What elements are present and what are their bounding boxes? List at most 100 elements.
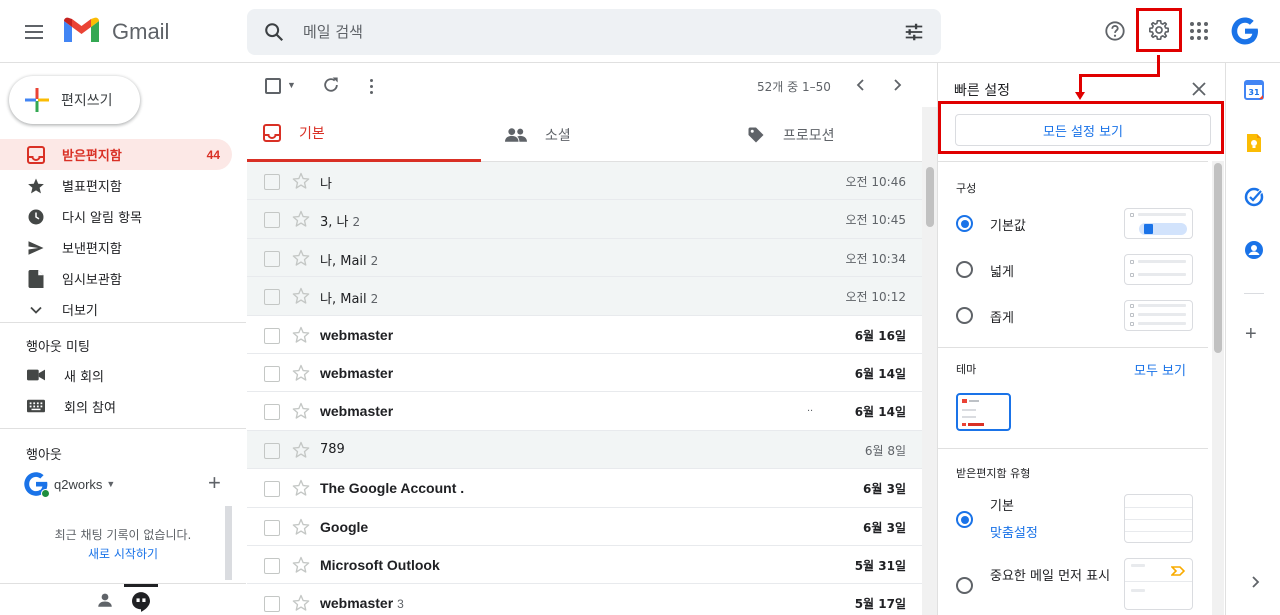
tab-promotions[interactable]: 프로모션 [715,107,949,162]
inbox-type-default-radio[interactable] [956,511,973,528]
row-checkbox[interactable] [264,596,280,613]
star-outline-icon[interactable] [291,593,311,613]
get-addons-icon[interactable]: + [1245,324,1257,344]
scrollbar-thumb[interactable] [926,167,934,227]
mail-row[interactable]: 789 6월 8일 [247,430,922,470]
new-meeting-button[interactable]: 새 회의 [26,360,104,390]
mail-row[interactable]: 나, Mail 2 오전 10:12 [247,277,922,316]
sidebar-item-drafts[interactable]: 임시보관함 [0,263,246,294]
row-checkbox[interactable] [264,289,280,306]
mail-row[interactable]: webmaster 6월 14일 [247,354,922,393]
row-date: 오전 10:45 [845,213,906,228]
density-compact-radio[interactable] [956,307,973,324]
hangouts-tab[interactable] [124,584,158,615]
google-apps-icon[interactable] [1190,22,1208,40]
contacts-icon[interactable] [1244,240,1264,260]
mail-row[interactable]: 나 오전 10:46 [247,162,922,201]
tab-primary[interactable]: 기본 [247,107,481,162]
row-checkbox[interactable] [264,481,280,498]
row-checkbox[interactable] [264,365,280,382]
mail-row[interactable]: webmaster 3 5월 17일 [247,584,922,615]
more-options-icon[interactable] [361,75,381,94]
row-checkbox[interactable] [264,442,280,459]
mail-row[interactable]: webmaster.. 6월 14일 [247,392,922,431]
star-outline-icon[interactable] [291,363,311,383]
person-icon[interactable] [96,591,114,609]
hangouts-bottom-bar [0,583,246,615]
sidebar-item-inbox[interactable]: 받은편지함 44 [0,139,232,170]
sidebar-item-starred[interactable]: 별표편지함 [0,170,246,201]
mail-row[interactable]: Microsoft Outlook 5월 31일 [247,546,922,585]
star-outline-icon[interactable] [291,478,311,498]
mail-row[interactable]: 나, Mail 2 오전 10:34 [247,238,922,278]
hangouts-user-selector[interactable]: q2works ▼ [22,470,115,498]
mail-row[interactable]: The Google Account . 6월 3일 [247,469,922,508]
scrollbar-thumb[interactable] [1214,163,1222,353]
tasks-icon[interactable] [1244,187,1264,207]
calendar-icon[interactable]: 31 [1244,80,1264,100]
mail-list: 나 오전 10:46 3, 나 2 오전 10:45 나, Mail 2 오전 10:34 나,… [247,162,922,615]
start-chat-link[interactable]: 새로 시작하기 [22,545,224,564]
panel-scrollbar[interactable] [1212,161,1224,615]
row-checkbox[interactable] [264,212,280,229]
density-comfortable-preview[interactable] [1124,254,1193,285]
keep-icon[interactable] [1244,133,1264,153]
select-all-checkbox[interactable] [265,78,281,94]
star-outline-icon[interactable] [291,555,311,575]
chat-scrollbar[interactable] [225,506,232,580]
search-icon[interactable] [263,21,285,43]
sidebar-item-snoozed[interactable]: 다시 알림 항목 [0,201,246,232]
search-options-icon[interactable] [903,21,925,43]
row-snippet: .. [807,402,814,415]
star-outline-icon[interactable] [291,171,311,191]
star-outline-icon[interactable] [291,440,311,460]
star-outline-icon[interactable] [291,325,311,345]
mail-row[interactable]: Google 6월 3일 [247,508,922,546]
density-default-preview[interactable] [1124,208,1193,239]
density-comfortable-radio[interactable] [956,261,973,278]
chevron-right-icon[interactable] [887,75,907,95]
row-checkbox[interactable] [264,174,280,190]
mail-row[interactable]: webmaster 6월 16일 [247,316,922,354]
close-icon[interactable] [1190,80,1208,98]
search-input[interactable] [303,9,883,55]
inbox-type-default-preview[interactable] [1124,494,1193,543]
mail-list-scrollbar[interactable] [922,107,937,615]
density-compact-preview[interactable] [1124,300,1193,331]
row-checkbox[interactable] [264,557,280,574]
chevron-right-icon[interactable] [1248,575,1262,589]
row-checkbox[interactable] [264,519,280,536]
star-outline-icon[interactable] [291,517,311,537]
inbox-type-important-radio[interactable] [956,577,973,594]
row-checkbox[interactable] [264,404,280,421]
inbox-type-important-preview[interactable] [1124,558,1193,610]
star-outline-icon[interactable] [291,248,311,268]
compose-button[interactable]: 편지쓰기 [9,76,140,124]
sidebar-item-sent[interactable]: 보낸편지함 [0,232,246,263]
gmail-logo-icon[interactable] [64,17,99,44]
theme-preview-default[interactable] [956,393,1011,431]
star-outline-icon[interactable] [291,286,311,306]
refresh-icon[interactable] [321,75,341,95]
sidebar-item-label: 더보기 [62,304,98,319]
mail-row[interactable]: 3, 나 2 오전 10:45 [247,200,922,239]
chevron-left-icon[interactable] [851,75,871,95]
join-meeting-button[interactable]: 회의 참여 [26,391,116,421]
main-menu-icon[interactable] [18,16,50,48]
row-checkbox[interactable] [264,327,280,344]
account-avatar[interactable] [1229,15,1261,47]
sidebar-item-more[interactable]: 더보기 [0,294,246,325]
mail-toolbar: ▼ 52개 중 1–50 [247,63,922,107]
help-icon[interactable] [1104,20,1126,42]
tab-social[interactable]: 소셜 [481,107,715,162]
select-caret-icon[interactable]: ▼ [287,80,296,90]
star-outline-icon[interactable] [291,401,311,421]
row-checkbox[interactable] [264,250,280,267]
star-outline-icon[interactable] [291,209,311,229]
add-contact-icon[interactable]: + [208,472,221,494]
density-default-radio[interactable] [956,215,973,232]
theme-view-all-link[interactable]: 모두 보기 [1134,360,1186,379]
settings-button[interactable] [1136,8,1182,52]
see-all-settings-button[interactable]: 모든 설정 보기 [955,114,1211,146]
inbox-customize-link[interactable]: 맞춤설정 [990,522,1038,541]
